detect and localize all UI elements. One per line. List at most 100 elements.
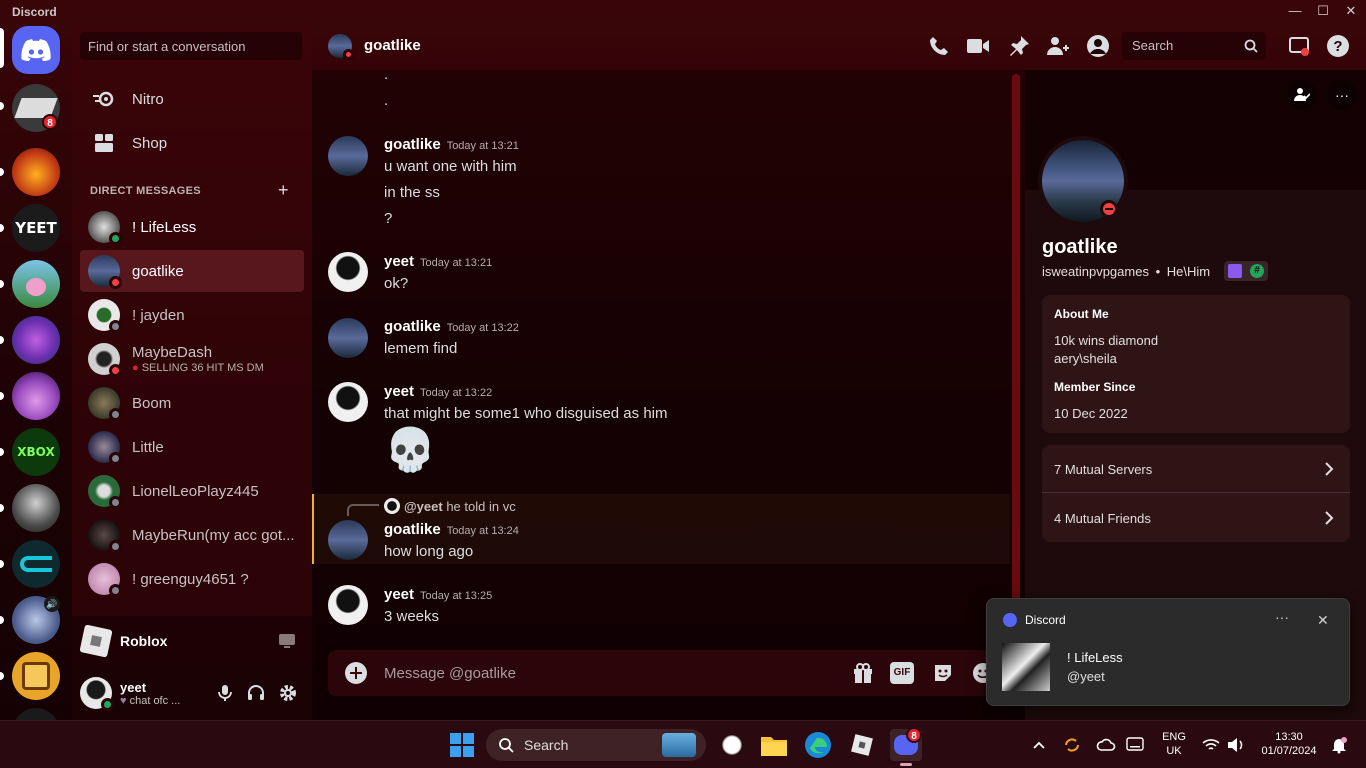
close-window-button[interactable]: ✕ — [1336, 2, 1366, 20]
message-avatar[interactable] — [328, 318, 368, 358]
gift-icon[interactable] — [852, 662, 874, 684]
message-author[interactable]: goatlike — [384, 136, 441, 153]
keyboard-icon[interactable] — [1126, 737, 1144, 751]
taskbar-search[interactable]: Search — [486, 729, 706, 761]
gear-icon[interactable] — [278, 683, 298, 703]
dm-item[interactable]: ! jayden — [80, 294, 304, 336]
user-profile-icon[interactable] — [1086, 34, 1110, 58]
mutual-friends-row[interactable]: 4 Mutual Friends — [1042, 494, 1350, 542]
unread-dot — [0, 336, 4, 344]
gif-button[interactable]: GIF — [890, 662, 914, 684]
mouse-app-icon[interactable] — [716, 729, 748, 761]
inbox-icon[interactable] — [1288, 35, 1310, 57]
skull-emoji[interactable]: 💀 — [384, 426, 436, 474]
message-author[interactable]: yeet — [384, 253, 414, 270]
nav-nitro[interactable]: Nitro — [80, 78, 304, 120]
server-icon-9[interactable] — [12, 540, 60, 588]
more-options-button[interactable]: ··· — [1327, 80, 1357, 110]
volume-icon[interactable] — [1226, 737, 1246, 753]
nav-shop[interactable]: Shop — [80, 122, 304, 164]
search-input-label: Search — [1132, 38, 1174, 53]
search-highlight-icon — [662, 733, 696, 757]
message-input[interactable]: Message @goatlike — [384, 665, 824, 682]
server-icon-2[interactable] — [12, 148, 60, 196]
headphones-icon[interactable] — [247, 684, 265, 702]
language-indicator[interactable]: ENG UK — [1156, 730, 1192, 758]
dm-item[interactable]: Boom — [80, 382, 304, 424]
find-conversation-input[interactable]: Find or start a conversation — [80, 32, 302, 60]
search-input[interactable]: Search — [1122, 32, 1266, 60]
server-3-label: YEET — [15, 219, 57, 237]
server-icon-3[interactable]: YEET — [12, 204, 60, 252]
video-call-icon[interactable] — [966, 36, 990, 56]
user-avatar[interactable] — [80, 677, 114, 711]
windows-start-icon[interactable] — [446, 729, 478, 761]
help-icon[interactable]: ? — [1326, 34, 1350, 58]
server-icon-12[interactable] — [12, 708, 60, 720]
sync-icon[interactable] — [1062, 735, 1082, 755]
toast-title: ! LifeLess — [1067, 650, 1123, 665]
status-online-icon — [109, 232, 122, 245]
dm-item[interactable]: ! greenguy4651 ? — [80, 558, 304, 600]
cloud-icon[interactable] — [1096, 735, 1116, 755]
mutual-servers-row[interactable]: 7 Mutual Servers — [1042, 445, 1350, 493]
status-offline-icon — [109, 408, 122, 421]
dm-item[interactable]: MaybeDash ● SELLING 36 HIT MS DM — [80, 338, 304, 380]
create-dm-button[interactable]: + — [278, 180, 289, 201]
message-avatar[interactable] — [328, 136, 368, 176]
notification-toast[interactable]: Discord ··· ✕ ! LifeLess @yeet — [986, 598, 1350, 706]
maximize-button[interactable]: ☐ — [1308, 2, 1338, 20]
chevron-up-icon[interactable] — [1032, 738, 1046, 752]
server-icon-6[interactable] — [12, 372, 60, 420]
roblox-taskbar-icon[interactable] — [846, 729, 878, 761]
toast-more-button[interactable]: ··· — [1275, 609, 1289, 625]
screen-share-icon[interactable] — [278, 632, 296, 650]
nitro-badge-icon[interactable] — [1228, 264, 1242, 278]
message-author[interactable]: yeet — [384, 383, 414, 400]
dm-item[interactable]: LionelLeoPlayz445 — [80, 470, 304, 512]
server-icon-5[interactable] — [12, 316, 60, 364]
clock[interactable]: 13:30 01/07/2024 — [1254, 730, 1324, 758]
message-avatar[interactable] — [328, 382, 368, 422]
server-icon-7[interactable]: XBOX — [12, 428, 60, 476]
message-author[interactable]: goatlike — [384, 521, 441, 538]
wifi-icon[interactable] — [1202, 737, 1220, 753]
dm-custom-status: ● SELLING 36 HIT MS DM — [132, 362, 302, 374]
scrollbar[interactable] — [1012, 74, 1020, 634]
message-author[interactable]: yeet — [384, 586, 414, 603]
message-text: ? — [384, 210, 393, 227]
message-timestamp: Today at 13:24 — [446, 525, 519, 537]
message-avatar[interactable] — [328, 252, 368, 292]
server-icon-11[interactable] — [12, 652, 60, 700]
microphone-icon[interactable] — [216, 684, 234, 702]
file-explorer-icon[interactable] — [758, 729, 790, 761]
message-avatar[interactable] — [328, 585, 368, 625]
pin-icon[interactable] — [1008, 35, 1030, 57]
toast-close-button[interactable]: ✕ — [1317, 612, 1329, 629]
dm-item[interactable]: Little — [80, 426, 304, 468]
minimize-button[interactable]: — — [1280, 2, 1310, 20]
notification-bell-icon[interactable] — [1330, 736, 1348, 754]
selected-indicator — [0, 28, 4, 68]
server-icon-4[interactable] — [12, 260, 60, 308]
voice-call-icon[interactable] — [928, 35, 950, 57]
dm-item[interactable]: ! LifeLess — [80, 206, 304, 248]
hashtag-badge-icon[interactable]: # — [1250, 264, 1264, 278]
dm-item[interactable]: MaybeRun(my acc got... — [80, 514, 304, 556]
add-friends-icon[interactable] — [1046, 35, 1070, 57]
sticker-icon[interactable] — [932, 662, 954, 684]
reply-avatar — [384, 498, 400, 514]
message-author[interactable]: goatlike — [384, 318, 441, 335]
reply-preview[interactable]: @yeet he told in vc — [404, 499, 516, 514]
add-attachment-icon[interactable] — [344, 661, 368, 685]
taskbar: Search 8 ENG UK 13:30 01/07/2024 — [0, 720, 1366, 768]
home-button[interactable] — [12, 26, 60, 74]
edge-browser-icon[interactable] — [802, 729, 834, 761]
status-emoji-icon: ♥ — [120, 694, 127, 707]
dm-item-active[interactable]: goatlike — [80, 250, 304, 292]
add-friend-button[interactable] — [1287, 80, 1317, 110]
mutuals-card: 7 Mutual Servers 4 Mutual Friends — [1042, 445, 1350, 542]
discord-taskbar-button[interactable]: 8 — [890, 727, 922, 766]
message-avatar[interactable] — [328, 520, 368, 560]
server-icon-8[interactable] — [12, 484, 60, 532]
